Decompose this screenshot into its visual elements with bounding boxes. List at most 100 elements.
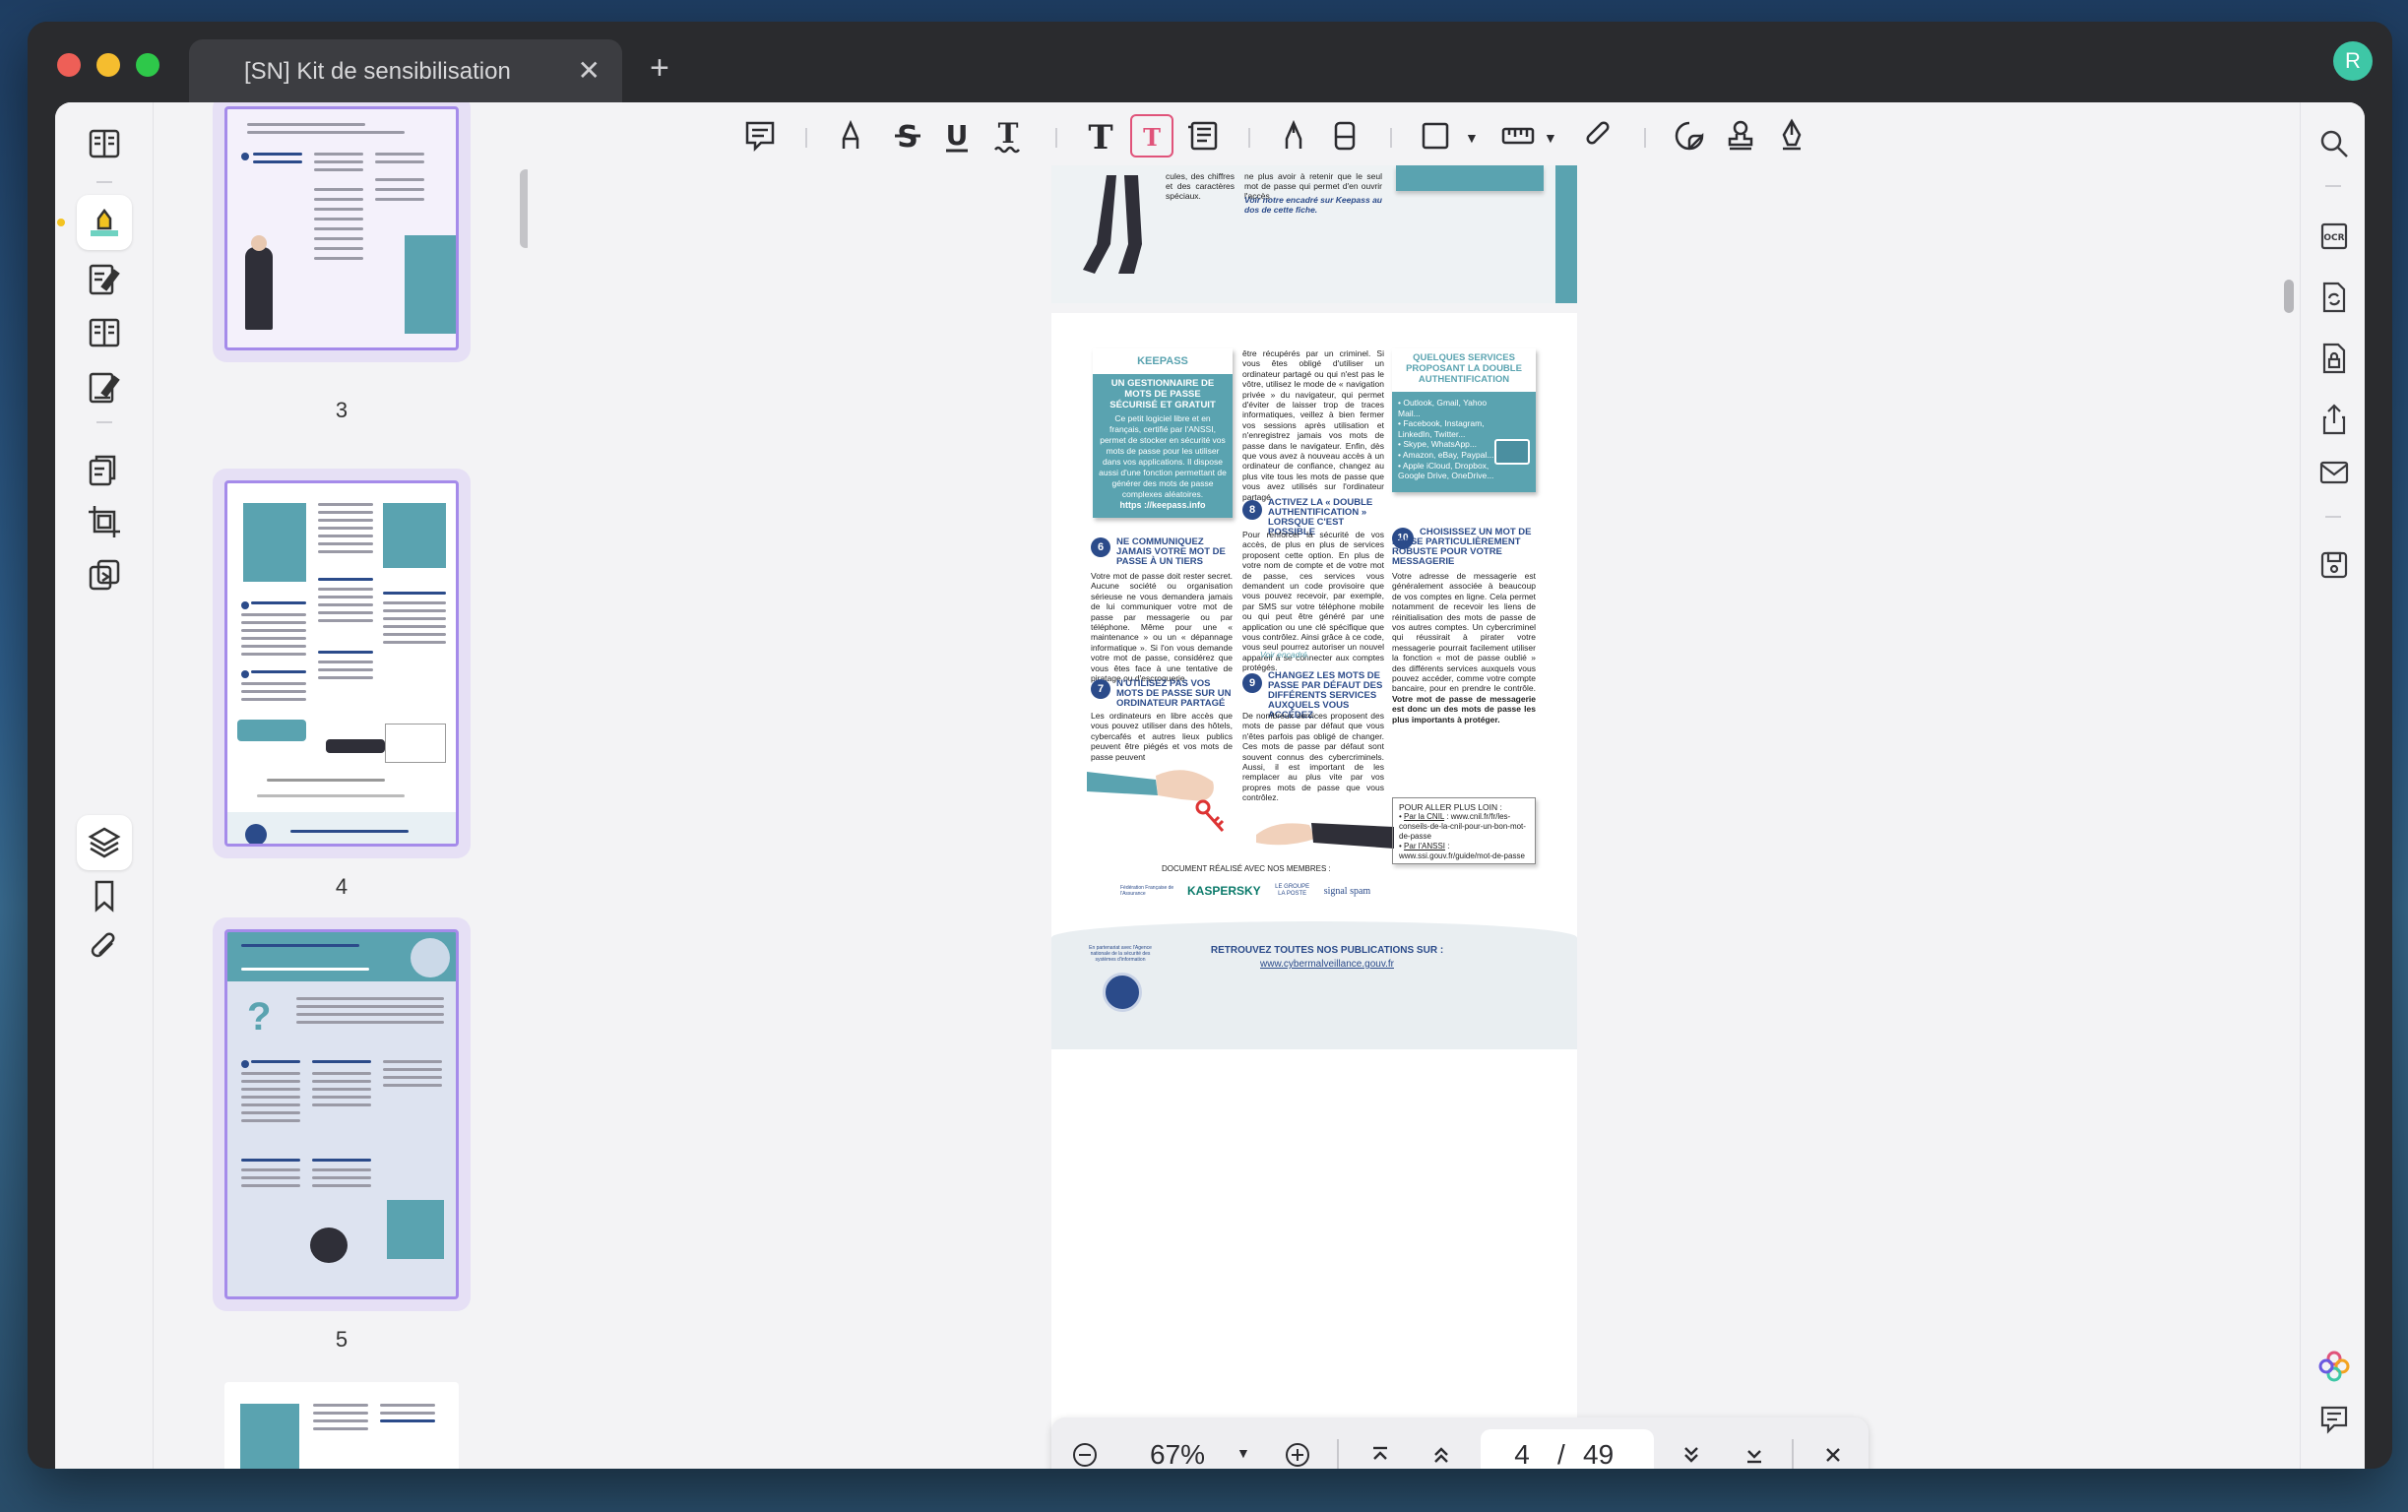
squiggly-tool[interactable]: T	[986, 114, 1030, 158]
bookmarks-button[interactable]	[77, 868, 132, 923]
share-button[interactable]	[2313, 398, 2356, 441]
thumbnail-page-4[interactable]	[213, 469, 471, 858]
shape-tool[interactable]	[1414, 114, 1457, 158]
attachments-button[interactable]	[77, 919, 132, 975]
document-scrollbar[interactable]	[2284, 280, 2294, 313]
toolbar-divider	[1644, 128, 1646, 148]
reaching-hand-illustration	[1256, 813, 1394, 852]
text-list-icon	[1188, 121, 1218, 151]
right-rail: OCR	[2300, 102, 2365, 1469]
text-box-tool[interactable]: T	[1130, 114, 1173, 158]
thumbnail-page-6[interactable]	[213, 1370, 471, 1469]
rail-divider	[96, 181, 112, 183]
strikethrough-tool[interactable]: S	[886, 114, 929, 158]
services-list: • Outlook, Gmail, Yahoo Mail... • Facebo…	[1398, 398, 1496, 481]
previous-page-button[interactable]	[1422, 1435, 1461, 1469]
measure-dropdown-icon[interactable]: ▼	[1544, 130, 1557, 146]
current-page-input[interactable]: 4	[1502, 1439, 1542, 1469]
rail-divider	[2325, 516, 2341, 518]
highlight-tool[interactable]	[829, 114, 872, 158]
crop-button[interactable]	[77, 494, 132, 549]
fill-sign-button[interactable]	[77, 360, 132, 415]
protect-button[interactable]	[2313, 337, 2356, 380]
keepass-link[interactable]: https ://keepass.info	[1093, 500, 1233, 510]
organize-pages-button[interactable]	[77, 443, 132, 498]
next-page-button[interactable]	[1672, 1435, 1711, 1469]
text-callout-tool[interactable]	[1181, 114, 1225, 158]
page-number-box[interactable]: 4 / 49	[1481, 1429, 1654, 1469]
search-button[interactable]	[2313, 122, 2356, 165]
page-layout-button[interactable]	[77, 305, 132, 360]
first-page-button[interactable]	[1361, 1435, 1400, 1469]
pencil-tool[interactable]	[1272, 114, 1315, 158]
page-separator: /	[1557, 1439, 1565, 1469]
attachment-tool[interactable]	[1577, 114, 1620, 158]
search-icon	[2320, 130, 2348, 158]
toolbar-divider	[805, 128, 807, 148]
keepass-subtitle: UN GESTIONNAIRE DE MOTS DE PASSE SÉCURIS…	[1109, 378, 1216, 410]
ocr-icon: OCR	[2320, 222, 2348, 250]
last-page-button[interactable]	[1735, 1435, 1774, 1469]
columns-icon	[89, 318, 120, 347]
thumbnail-page-5[interactable]: ?	[213, 917, 471, 1311]
thumbnail-page-3[interactable]	[213, 102, 471, 362]
fountain-pen-icon	[1782, 118, 1802, 151]
ffa-logo: Fédération Française de l'Assurance	[1120, 885, 1174, 897]
tools-button[interactable]	[77, 547, 132, 602]
shape-dropdown-icon[interactable]: ▼	[1465, 130, 1479, 146]
services-box: QUELQUES SERVICES PROPOSANT LA DOUBLE AU…	[1392, 348, 1536, 492]
signature-tool[interactable]	[1770, 114, 1813, 158]
ai-assistant-button[interactable]	[2313, 1345, 2356, 1388]
section-7-title: N'UTILISEZ PAS VOS MOTS DE PASSE SUR UN …	[1116, 678, 1232, 709]
edit-document-icon	[89, 264, 120, 295]
close-navbar-button[interactable]	[1813, 1435, 1853, 1469]
rail-divider	[96, 421, 112, 423]
thumbnail-page-image	[224, 1382, 459, 1469]
zoom-window-button[interactable]	[136, 53, 159, 77]
thumbnails-button[interactable]	[77, 815, 132, 870]
measure-tool[interactable]	[1496, 114, 1540, 158]
minimize-window-button[interactable]	[96, 53, 120, 77]
convert-button[interactable]	[2313, 276, 2356, 319]
partner-logos: Fédération Française de l'Assurance KASP…	[1120, 878, 1406, 904]
keepass-body: Ce petit logiciel libre et en français, …	[1099, 413, 1227, 499]
zoom-dropdown-icon[interactable]: ▼	[1236, 1445, 1250, 1461]
close-window-button[interactable]	[57, 53, 81, 77]
list-item: • Skype, WhatsApp...	[1398, 439, 1477, 450]
email-button[interactable]	[2313, 451, 2356, 494]
first-page-icon	[1373, 1446, 1387, 1460]
reader-mode-button[interactable]	[77, 116, 132, 171]
comments-panel-button[interactable]	[2313, 1398, 2356, 1441]
ocr-button[interactable]: OCR	[2313, 215, 2356, 258]
teal-box	[1396, 165, 1544, 191]
sticker-tool[interactable]	[1668, 114, 1711, 158]
thumbnail-label: 5	[335, 1327, 349, 1352]
edit-pdf-button[interactable]	[77, 252, 132, 307]
stamp-tool[interactable]	[1719, 114, 1762, 158]
close-tab-icon[interactable]: ✕	[578, 57, 601, 85]
toolbar-divider	[1248, 128, 1250, 148]
thumbnail-label: 4	[335, 874, 349, 899]
user-avatar[interactable]: R	[2333, 41, 2373, 81]
pdf-page[interactable]: KEEPASS UN GESTIONNAIRE DE MOTS DE PASSE…	[1051, 313, 1577, 1469]
svg-text:OCR: OCR	[2323, 233, 2344, 243]
save-button[interactable]	[2313, 543, 2356, 587]
section-8-link[interactable]: Voir encadré.	[1260, 650, 1309, 660]
comment-tool[interactable]	[738, 114, 782, 158]
page-navigation-bar: 67% ▼ 4 / 49	[1051, 1418, 1869, 1469]
save-icon	[2320, 551, 2348, 579]
zoom-in-button[interactable]	[1278, 1435, 1317, 1469]
book-icon	[89, 129, 120, 158]
new-tab-button[interactable]: +	[650, 51, 669, 85]
signal-spam-logo: signal spam	[1323, 885, 1371, 897]
mail-icon	[2319, 461, 2349, 484]
zoom-out-button[interactable]	[1065, 1435, 1105, 1469]
zoom-value[interactable]: 67%	[1150, 1439, 1205, 1469]
underline-tool[interactable]: U	[935, 114, 979, 158]
footer-link[interactable]: www.cybermalveillance.gouv.fr	[1179, 959, 1475, 970]
comment-mode-button[interactable]	[77, 195, 132, 250]
text-tool[interactable]: T	[1079, 114, 1122, 158]
list-item: • Amazon, eBay, Paypal...	[1398, 449, 1494, 460]
eraser-tool[interactable]	[1323, 114, 1366, 158]
document-tab[interactable]: [SN] Kit de sensibilisation ✕	[189, 39, 622, 104]
